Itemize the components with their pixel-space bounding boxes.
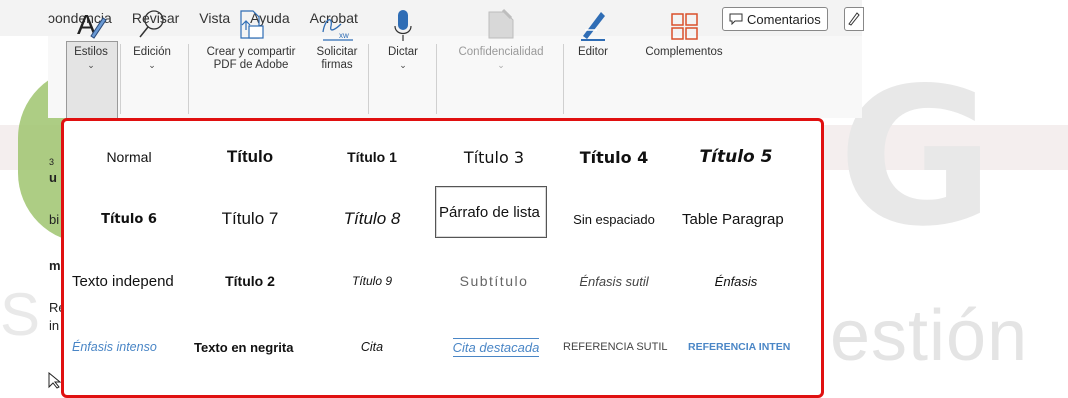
ribbon-separator — [368, 44, 369, 114]
editor-button[interactable]: Editor — [570, 6, 616, 59]
style-titulo-8[interactable]: Título 8 — [312, 193, 432, 245]
style-titulo[interactable]: Título — [190, 131, 310, 183]
request-signatures-button[interactable]: xw Solicitar firmas — [309, 6, 365, 72]
dictate-button[interactable]: Dictar ⌄ — [374, 6, 432, 72]
edicion-button[interactable]: Edición ⌄ — [126, 6, 178, 72]
chevron-down-icon: ⌄ — [87, 60, 95, 70]
editing-mode-button[interactable] — [844, 7, 864, 31]
svg-text:xw: xw — [339, 31, 349, 40]
doc-fragment: in — [49, 318, 60, 333]
add-ins-grid-icon — [624, 6, 744, 42]
dictate-label: Dictar — [387, 46, 419, 58]
doc-fragment: u — [49, 170, 57, 185]
doc-fragment: bi — [49, 212, 60, 227]
style-titulo-1[interactable]: Título 1 — [312, 131, 432, 183]
comments-label: Comentarios — [747, 11, 821, 27]
ribbon-separator — [188, 44, 189, 114]
style-subtitulo[interactable]: Subtítulo — [434, 255, 554, 307]
style-texto-en-negrita[interactable]: Texto en negrita — [194, 321, 312, 373]
style-referencia-sutil[interactable]: REFERENCIA SUTIL — [563, 321, 677, 373]
style-cita-destacada[interactable]: Cita destacada — [440, 321, 552, 373]
editor-pen-icon — [570, 6, 616, 42]
style-sin-espaciado[interactable]: Sin espaciado — [554, 193, 674, 245]
style-referencia-intensa[interactable]: REFERENCIA INTEN — [688, 321, 800, 373]
confidentiality-label: Confidencialidad — [458, 46, 544, 58]
request-signatures-label-2: firmas — [321, 59, 353, 71]
style-enfasis[interactable]: Énfasis — [676, 255, 796, 307]
edicion-label: Edición — [133, 46, 171, 58]
style-cita[interactable]: Cita — [312, 321, 432, 373]
ribbon-separator — [120, 44, 121, 114]
create-share-label-2: PDF de Adobe — [213, 59, 289, 71]
style-titulo-5[interactable]: Título 5 — [676, 131, 796, 183]
style-titulo-9[interactable]: Título 9 — [312, 255, 432, 307]
chevron-down-icon: ⌄ — [148, 60, 156, 70]
request-signatures-label-1: Solicitar — [316, 46, 358, 58]
create-share-pdf-button[interactable]: Crear y compartir PDF de Adobe — [196, 6, 306, 72]
style-table-paragraph[interactable]: Table Paragrap — [682, 193, 800, 245]
styles-label: Estilos — [74, 46, 108, 58]
watermark-right-text: estión — [830, 296, 1029, 376]
pencil-icon — [848, 12, 860, 26]
style-titulo-6[interactable]: Título 6 — [69, 193, 189, 245]
sensitivity-label-icon — [446, 6, 556, 42]
chevron-down-icon: ⌄ — [399, 60, 407, 70]
style-normal[interactable]: Normal — [69, 131, 189, 183]
style-texto-independiente[interactable]: Texto independ — [72, 255, 186, 307]
style-parrafo-de-lista[interactable]: Párrafo de lista — [435, 186, 547, 238]
signature-icon: xw — [309, 6, 365, 42]
editor-label: Editor — [577, 46, 609, 58]
watermark-logo: G — [838, 58, 994, 258]
styles-button[interactable]: A Estilos ⌄ — [66, 6, 116, 72]
confidentiality-button[interactable]: Confidencialidad ⌄ — [446, 6, 556, 72]
style-titulo-7[interactable]: Título 7 — [190, 193, 310, 245]
style-cita-destacada-text: Cita destacada — [452, 337, 540, 357]
doc-fragment: 3 — [49, 157, 55, 167]
styles-gallery-dropdown: Normal Título Título 1 Título 3 Título 4… — [61, 118, 824, 398]
microphone-icon — [374, 6, 432, 42]
doc-fragment: m — [49, 258, 61, 273]
complementos-label: Complementos — [645, 46, 723, 58]
cursor-arrow-icon — [48, 372, 62, 389]
complementos-button[interactable]: Complementos — [624, 6, 744, 59]
ribbon-separator — [436, 44, 437, 114]
style-titulo-2[interactable]: Título 2 — [190, 255, 310, 307]
create-share-label-1: Crear y compartir — [206, 46, 296, 58]
chevron-down-icon: ⌄ — [497, 60, 505, 70]
watermark-left-text: S — [0, 281, 41, 348]
pdf-share-icon — [196, 6, 306, 42]
style-enfasis-sutil[interactable]: Énfasis sutil — [554, 255, 674, 307]
ribbon-separator — [563, 44, 564, 114]
styles-icon: A — [66, 6, 116, 42]
style-titulo-3[interactable]: Título 3 — [434, 131, 554, 183]
style-titulo-4[interactable]: Título 4 — [554, 131, 674, 183]
search-icon — [126, 6, 178, 42]
style-enfasis-intenso[interactable]: Énfasis intenso — [72, 321, 186, 373]
